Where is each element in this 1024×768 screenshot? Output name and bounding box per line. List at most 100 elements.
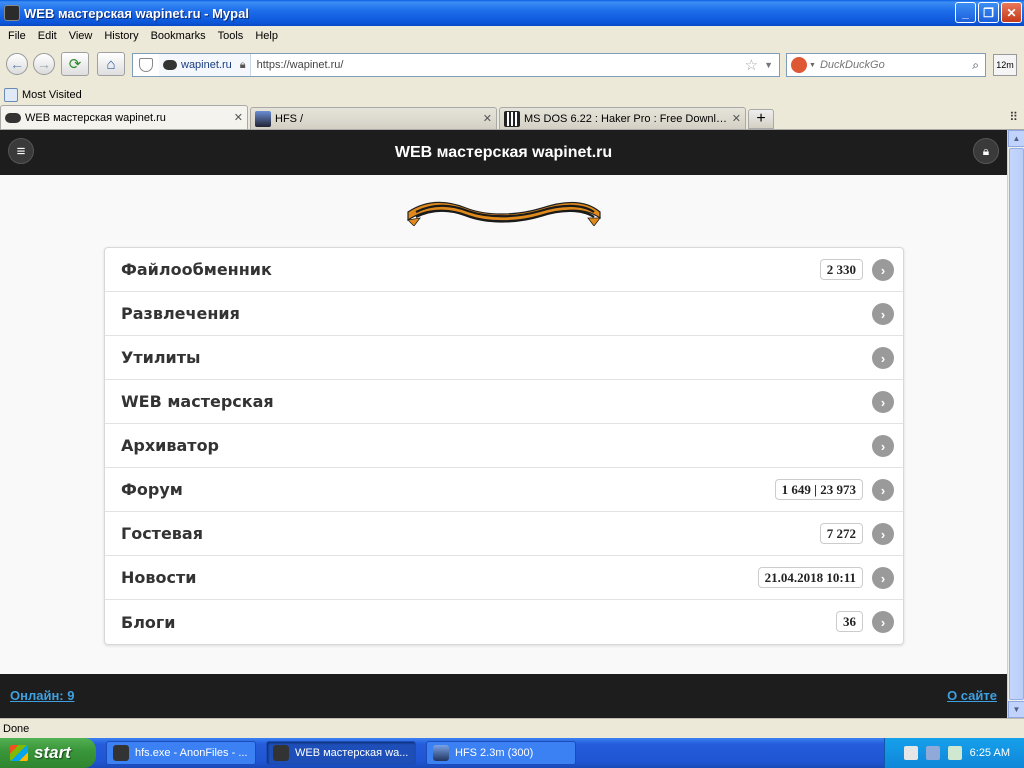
navigation-toolbar: ← → ⟳ ⌂ wapinet.ru 🔒︎ ☆ ▼ ▼ ⌕ 12m: [0, 46, 1024, 84]
hfs-icon: [433, 745, 449, 761]
hfs-tray-icon[interactable]: [925, 746, 940, 760]
reload-icon: ⟳: [68, 56, 82, 73]
lock-icon: 🔒︎: [982, 143, 990, 158]
scrollbar-thumb[interactable]: [1009, 148, 1024, 700]
chevron-right-icon: ›: [872, 435, 894, 457]
tab-ms-dos[interactable]: MS DOS 6.22 : Haker Pro : Free Downloa..…: [499, 107, 746, 129]
minimize-button[interactable]: _: [955, 2, 976, 23]
bookmark-folder-icon: [4, 88, 18, 102]
site-login-button[interactable]: 🔒︎: [973, 138, 999, 164]
chevron-right-icon: ›: [872, 567, 894, 589]
extension-badge-label: 12m: [996, 60, 1014, 70]
menu-tools[interactable]: Tools: [212, 30, 250, 42]
taskbar-item-label: HFS 2.3m (300): [455, 747, 534, 759]
url-dropdown-icon[interactable]: ▼: [764, 60, 773, 70]
tab-label: MS DOS 6.22 : Haker Pro : Free Downloa..…: [524, 112, 728, 125]
system-tray: 6:25 AM: [884, 738, 1024, 768]
bookmarks-toolbar: Most Visited: [0, 84, 1024, 106]
list-all-tabs-icon[interactable]: ⠿: [1009, 110, 1018, 124]
search-icon[interactable]: ⌕: [972, 58, 979, 73]
taskbar-item-label: hfs.exe - AnonFiles - ...: [135, 747, 248, 759]
site-favicon-icon: [163, 60, 177, 70]
status-text: Done: [3, 722, 30, 735]
duckduckgo-icon[interactable]: [791, 57, 807, 73]
toolbar-extension-button[interactable]: 12m: [993, 54, 1017, 76]
scroll-down-icon[interactable]: ▼: [1008, 701, 1024, 718]
url-bar[interactable]: wapinet.ru 🔒︎ ☆ ▼: [132, 53, 780, 77]
site-header: ≡ WEB мастерская wapinet.ru 🔒︎: [0, 130, 1007, 175]
reload-button[interactable]: ⟳: [61, 52, 89, 76]
site-menu-button[interactable]: ≡: [8, 138, 34, 164]
menu-item-guestbook[interactable]: Гостевая 7 272 ›: [105, 512, 903, 556]
tab-close-icon[interactable]: ✕: [483, 112, 492, 125]
menu-bookmarks[interactable]: Bookmarks: [145, 30, 212, 42]
forward-button[interactable]: →: [33, 53, 55, 75]
site-identity[interactable]: wapinet.ru 🔒︎: [159, 54, 251, 76]
menu-item-fileshare[interactable]: Файлообменник 2 330 ›: [105, 248, 903, 292]
taskbar-item-hfs[interactable]: HFS 2.3m (300): [426, 741, 576, 765]
bookmark-label: Most Visited: [22, 89, 82, 101]
menu-item-label: Файлообменник: [121, 260, 272, 279]
taskbar-item-anonfiles[interactable]: hfs.exe - AnonFiles - ...: [106, 741, 256, 765]
menu-item-label: Архиватор: [121, 436, 220, 455]
maximize-button[interactable]: ❐: [978, 2, 999, 23]
menu-view[interactable]: View: [63, 30, 99, 42]
scroll-up-icon[interactable]: ▲: [1008, 130, 1024, 147]
menu-edit[interactable]: Edit: [32, 30, 63, 42]
menu-item-web-workshop[interactable]: WEB мастерская ›: [105, 380, 903, 424]
tab-wapinet[interactable]: WEB мастерская wapinet.ru ✕: [0, 105, 248, 129]
window-title: WEB мастерская wapinet.ru - Mypal: [24, 5, 249, 21]
back-button[interactable]: ←: [6, 53, 28, 75]
search-engine-dropdown-icon[interactable]: ▼: [809, 62, 816, 69]
new-tab-button[interactable]: +: [748, 109, 774, 129]
tab-hfs[interactable]: HFS / ✕: [250, 107, 497, 129]
shield-icon[interactable]: [139, 58, 153, 72]
tab-label: WEB мастерская wapinet.ru: [25, 111, 166, 124]
hamburger-icon: ≡: [16, 142, 26, 160]
window-controls: _ ❐ ✕: [955, 2, 1022, 23]
wapinet-favicon-icon: [5, 112, 21, 123]
start-button[interactable]: start: [0, 738, 96, 768]
about-site-link[interactable]: О сайте: [947, 688, 997, 703]
menu-item-utilities[interactable]: Утилиты ›: [105, 336, 903, 380]
menu-history[interactable]: History: [98, 30, 144, 42]
menu-item-news[interactable]: Новости 21.04.2018 10:11 ›: [105, 556, 903, 600]
forward-arrow-icon: →: [37, 56, 51, 72]
plus-icon: +: [756, 110, 766, 127]
browser-icon: [273, 745, 289, 761]
tab-label: HFS /: [275, 112, 304, 125]
start-label: start: [34, 743, 71, 762]
menu-item-entertainment[interactable]: Развлечения ›: [105, 292, 903, 336]
menu-item-label: WEB мастерская: [121, 392, 274, 411]
online-users-link[interactable]: Онлайн: 9: [10, 688, 74, 703]
home-button[interactable]: ⌂: [97, 52, 125, 76]
menu-help[interactable]: Help: [249, 30, 284, 42]
search-input[interactable]: [819, 59, 960, 71]
clock: 6:25 AM: [969, 747, 1010, 759]
count-badge: 36: [836, 611, 863, 632]
menu-item-blogs[interactable]: Блоги 36 ›: [105, 600, 903, 644]
st-george-ribbon-logo: [407, 201, 601, 226]
menu-item-label: Утилиты: [121, 348, 201, 367]
menu-file[interactable]: File: [2, 30, 32, 42]
bookmark-star-icon[interactable]: ☆: [745, 56, 758, 74]
mypal-app-icon: [4, 5, 20, 21]
chevron-right-icon: ›: [872, 347, 894, 369]
bookmark-most-visited[interactable]: Most Visited: [4, 88, 82, 102]
url-input[interactable]: [256, 59, 745, 71]
status-bar: Done: [0, 718, 1024, 738]
menu-item-forum[interactable]: Форум 1 649 | 23 973 ›: [105, 468, 903, 512]
tab-close-icon[interactable]: ✕: [732, 112, 741, 125]
windows-taskbar: start hfs.exe - AnonFiles - ... WEB маст…: [0, 738, 1024, 768]
back-arrow-icon: ←: [10, 56, 24, 72]
keyboard-icon[interactable]: [903, 746, 918, 760]
menu-item-archiver[interactable]: Архиватор ›: [105, 424, 903, 468]
vertical-scrollbar[interactable]: ▲ ▼: [1007, 130, 1024, 718]
search-bar[interactable]: ▼ ⌕: [786, 53, 986, 77]
network-icon[interactable]: [947, 746, 962, 760]
hfs-favicon-icon: [255, 110, 271, 127]
taskbar-item-wapinet[interactable]: WEB мастерская wa...: [266, 741, 416, 765]
close-window-button[interactable]: ✕: [1001, 2, 1022, 23]
menu-item-label: Блоги: [121, 612, 176, 632]
tab-close-icon[interactable]: ✕: [234, 111, 243, 124]
